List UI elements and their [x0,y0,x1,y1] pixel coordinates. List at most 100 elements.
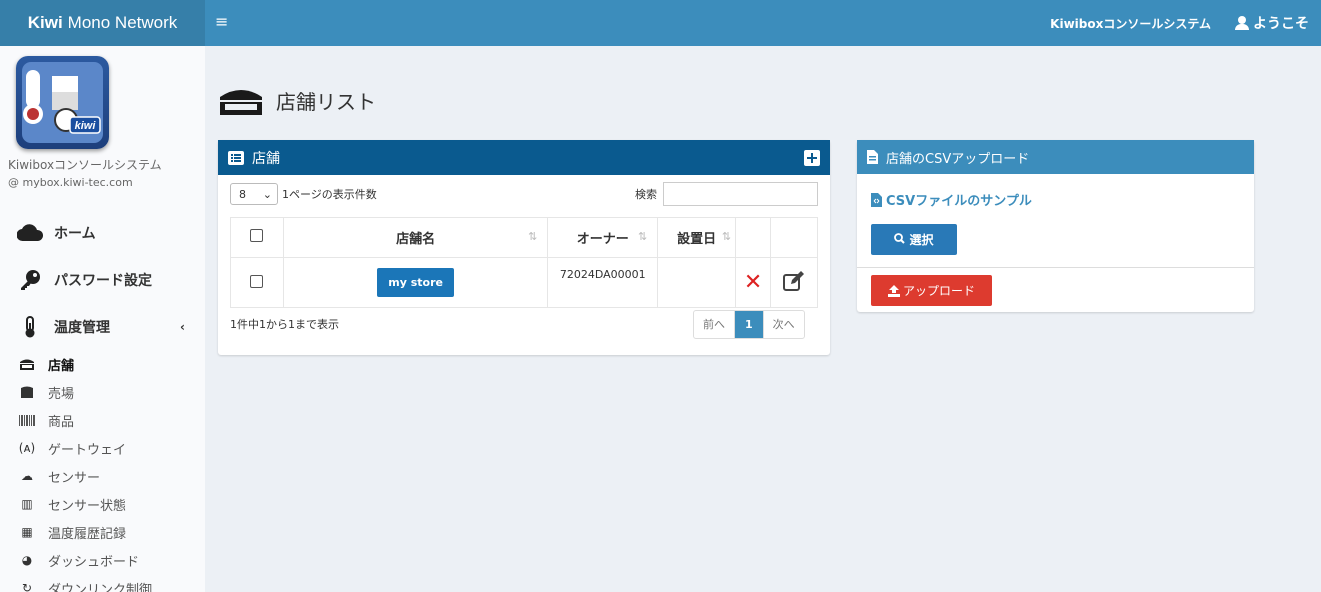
select-all-checkbox[interactable] [250,229,264,242]
sidebar-sub-temp-history[interactable]: ▦ 温度履歴記録 [0,518,205,546]
sidebar-sub-label: 商品 [48,414,75,430]
col-store-name[interactable]: 店舗名 ⇅ [282,217,549,258]
key-icon [16,269,44,291]
sidebar-sub-store[interactable]: 店舗 [0,350,205,378]
store-icon [18,358,36,370]
csv-sample-link[interactable]: CSVファイルのサンプル [871,190,1032,209]
col-edit [770,217,818,258]
pagination: 前へ 1 次へ [693,310,805,339]
chevron-down-icon: ⌄ [262,187,272,201]
col-label: オーナー [576,232,629,247]
col-delete [735,217,772,258]
row-checkbox[interactable] [250,274,264,288]
page-title: 店舗リスト [276,90,376,114]
sidebar-sub-label: センサー状態 [48,498,127,514]
sidebar-sub-label: 店舗 [48,358,75,374]
csv-upload-panel: 店舗のCSVアップロード CSVファイルのサンプル 選択 アップロード [857,140,1254,312]
select-file-label: 選択 [909,233,934,247]
sidebar-item-label: 温度管理 [54,319,110,336]
sidebar-sub-label: センサー [48,470,101,486]
sidebar-system-info: Kiwiboxコンソールシステム @ mybox.kiwi-tec.com [8,156,162,192]
csv-panel-title: 店舗のCSVアップロード [886,151,1030,167]
gateway-icon: (ᴀ) [18,441,36,455]
page-length-value: 8 [239,187,246,201]
sidebar: kiwi Kiwiboxコンソールシステム @ mybox.kiwi-tec.c… [0,46,205,592]
sidebar-item-password[interactable]: パスワード設定 [0,256,205,303]
sidebar-sub-gateway[interactable]: (ᴀ) ゲートウェイ [0,434,205,462]
sidebar-sub-label: ゲートウェイ [48,442,127,458]
page-length-label: 1ページの表示件数 [282,188,377,201]
pagination-next[interactable]: 次へ [762,311,804,338]
pagination-page[interactable]: 1 [734,311,763,338]
sidebar-sub-shop[interactable]: 売場 [0,378,205,406]
file-icon [867,150,878,164]
sidebar-system-name: Kiwiboxコンソールシステム [8,158,162,172]
sidebar-sub-sensor-status[interactable]: ▥ センサー状態 [0,490,205,518]
sidebar-sub-label: ダウンリンク制御 [48,582,153,592]
sidebar-sub-product[interactable]: 商品 [0,406,205,434]
store-name-button[interactable]: my store [377,268,454,297]
edit-cell [770,257,818,308]
dashboard-icon: ◕ [21,553,33,567]
page-length-select[interactable]: 8 ⌄ [230,183,278,205]
store-table: 店舗名 ⇅ オーナー ⇅ 設置日 ⇅ my store 72024DA00001 ✕ [230,217,818,308]
shop-icon [18,386,36,398]
chevron-left-icon: ‹ [180,319,185,334]
sort-icon: ⇅ [721,230,732,243]
sidebar-item-temperature[interactable]: 温度管理 ‹ [0,303,205,350]
upload-label: アップロード [902,284,975,298]
table-info: 1件中1から1まで表示 [230,318,339,331]
logo-inner: kiwi [22,62,103,143]
delete-icon[interactable]: ✕ [744,270,762,295]
sidebar-sub-label: 温度履歴記録 [48,526,127,542]
user-menu[interactable]: ようこそ [1235,13,1309,33]
chart-icon: ▥ [21,497,33,511]
table-row: my store 72024DA00001 ✕ [230,257,818,308]
divider [857,267,1254,268]
pagination-prev[interactable]: 前へ [694,311,734,338]
select-all-cell [230,217,284,258]
hamburger-icon[interactable]: ≡ [215,12,228,31]
svg-text:kiwi: kiwi [75,120,97,132]
brand-rest: Mono Network [67,13,178,32]
sidebar-sub-label: ダッシュボード [48,554,140,570]
upload-button[interactable]: アップロード [871,275,992,306]
refresh-icon: ↻ [21,581,33,592]
thermometer-icon [16,315,44,338]
edit-icon[interactable] [783,271,805,291]
search-input[interactable] [663,182,818,206]
search-icon [894,232,906,247]
select-file-button[interactable]: 選択 [871,224,957,255]
page-header: 店舗リスト [218,86,376,115]
owner-cell: 72024DA00001 [547,257,659,308]
brand-logo[interactable]: Kiwi Mono Network [0,0,205,46]
kiwibox-logo: kiwi [16,56,109,149]
sort-icon: ⇅ [638,230,648,243]
sort-icon: ⇅ [528,230,538,243]
store-panel-header: 店舗 [218,140,830,175]
file-code-icon [871,192,882,207]
table-controls: 8 ⌄ 1ページの表示件数 検索 [230,182,818,206]
row-select-cell [230,257,284,308]
csv-panel-header: 店舗のCSVアップロード [857,140,1254,174]
navbar-right: Kiwiboxコンソールシステム ようこそ [1050,0,1309,46]
list-icon [228,150,244,165]
navbar-system-name: Kiwiboxコンソールシステム [1050,16,1211,31]
sidebar-sub-downlink[interactable]: ↻ ダウンリンク制御 [0,574,205,592]
user-greeting: ようこそ [1253,16,1309,32]
store-name-cell: my store [282,257,549,308]
sidebar-nav: ホーム パスワード設定 温度管理 ‹ 店舗 売場 商品 (ᴀ) ゲートウェイ ☁… [0,209,205,592]
sidebar-sub-dashboard[interactable]: ◕ ダッシュボード [0,546,205,574]
col-owner[interactable]: オーナー ⇅ [547,217,659,258]
installed-cell [657,257,737,308]
logo-graphic: kiwi [23,70,101,134]
brand-bold: Kiwi [27,13,63,32]
table-header-row: 店舗名 ⇅ オーナー ⇅ 設置日 ⇅ [230,217,818,258]
sidebar-sub-sensor[interactable]: ☁ センサー [0,462,205,490]
sidebar-item-home[interactable]: ホーム [0,209,205,256]
user-icon [1235,16,1249,30]
cloud-icon [16,223,44,242]
add-store-button[interactable] [804,149,820,166]
calendar-icon: ▦ [21,525,33,539]
col-installed[interactable]: 設置日 ⇅ [657,217,737,258]
